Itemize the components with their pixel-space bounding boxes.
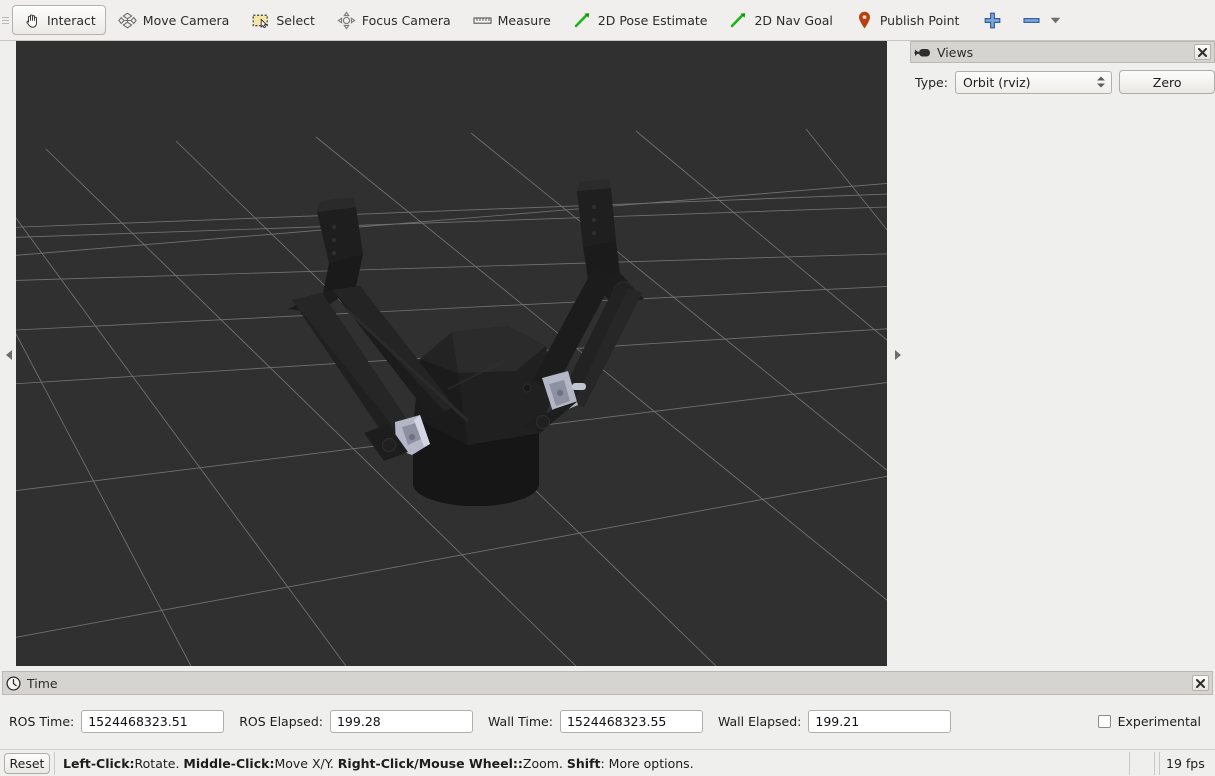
nav-goal-arrow-icon	[729, 11, 748, 30]
tool-interact[interactable]: Interact	[12, 5, 106, 35]
time-panel-close-button[interactable]	[1192, 675, 1209, 691]
pose-arrow-icon	[573, 11, 592, 30]
close-icon	[1196, 678, 1205, 688]
ros-time-label: ROS Time:	[9, 713, 75, 729]
ros-elapsed-input[interactable]: 199.28	[329, 709, 473, 733]
tool-move-camera[interactable]: Move Camera	[108, 5, 240, 35]
statusbar-spacer	[1129, 751, 1155, 775]
experimental-label: Experimental	[1117, 713, 1201, 729]
views-panel-title: Views	[937, 44, 974, 60]
map-pin-icon	[855, 11, 874, 30]
hint-key-shift: Shift	[566, 755, 601, 771]
experimental-checkbox[interactable]	[1097, 714, 1111, 728]
hint-desc-right-click: Zoom.	[522, 755, 563, 771]
wall-time-label: Wall Time:	[487, 713, 553, 729]
main-toolbar: Interact Move Camera Select Focus Camera…	[0, 0, 1215, 41]
views-panel: Views Type: Orbit (rviz) Zero Curre	[908, 41, 1215, 669]
ros-elapsed-label: ROS Elapsed:	[239, 713, 323, 729]
tool-2d-nav-goal-label: 2D Nav Goal	[754, 12, 833, 28]
view-type-label: Type:	[915, 74, 948, 90]
camera-icon	[914, 46, 931, 59]
minus-icon	[1022, 11, 1041, 30]
tool-select[interactable]: Select	[241, 5, 325, 35]
tool-2d-pose-estimate-label: 2D Pose Estimate	[597, 12, 708, 28]
add-tool-button[interactable]	[971, 5, 1014, 35]
collapse-right-handle[interactable]	[889, 41, 906, 669]
toolbar-grip[interactable]	[0, 0, 11, 41]
close-icon	[1198, 47, 1207, 57]
clock-icon	[6, 675, 21, 691]
time-fields-row: ROS Time: 1524468323.51 ROS Elapsed: 199…	[0, 705, 1215, 737]
zero-button[interactable]: Zero	[1119, 70, 1215, 94]
tool-focus-camera[interactable]: Focus Camera	[327, 5, 461, 35]
reset-button[interactable]: Reset	[4, 752, 50, 774]
wall-elapsed-input[interactable]: 199.21	[808, 709, 952, 733]
remove-tool-button[interactable]	[1016, 5, 1071, 35]
tool-interact-label: Interact	[47, 12, 96, 28]
tool-2d-pose-estimate[interactable]: 2D Pose Estimate	[563, 5, 718, 35]
hand-cursor-icon	[22, 11, 41, 30]
views-panel-close-button[interactable]	[1194, 44, 1211, 60]
move-camera-icon	[117, 11, 137, 30]
fps-indicator: 19 fps	[1159, 751, 1211, 775]
focus-camera-icon	[337, 10, 356, 30]
view-type-row: Type: Orbit (rviz) Zero	[910, 69, 1215, 95]
hint-desc-left-click: Rotate.	[134, 755, 180, 771]
tool-select-label: Select	[276, 12, 315, 28]
time-panel-titlebar: Time	[2, 671, 1213, 695]
view-type-combobox[interactable]: Orbit (rviz)	[954, 70, 1113, 94]
hint-key-left-click: Left-Click:	[63, 755, 135, 771]
time-panel-title: Time	[27, 675, 58, 691]
hint-key-middle-click: Middle-Click:	[183, 755, 275, 771]
view-type-value: Orbit (rviz)	[962, 74, 1031, 90]
chevron-left-icon	[5, 350, 12, 360]
spinner-arrows-icon	[1097, 76, 1106, 88]
wall-time-input[interactable]: 1524468323.55	[559, 709, 703, 733]
tool-publish-point-label: Publish Point	[879, 12, 960, 28]
tool-focus-camera-label: Focus Camera	[361, 12, 451, 28]
wall-elapsed-label: Wall Elapsed:	[717, 713, 802, 729]
views-panel-titlebar: Views	[910, 41, 1215, 63]
tool-publish-point[interactable]: Publish Point	[845, 5, 970, 35]
collapse-left-handle[interactable]	[0, 41, 17, 669]
select-rect-icon	[251, 11, 270, 30]
ros-time-input[interactable]: 1524468323.51	[81, 709, 225, 733]
tool-measure-label: Measure	[497, 12, 551, 28]
tool-measure[interactable]: Measure	[463, 5, 561, 35]
status-bar: Reset Left-Click: Rotate. Middle-Click: …	[0, 749, 1215, 776]
tool-move-camera-label: Move Camera	[142, 12, 230, 28]
plus-icon	[983, 11, 1002, 30]
render-area-wrapper	[0, 41, 906, 669]
3d-render-view[interactable]	[16, 41, 887, 666]
time-panel: Time ROS Time: 1524468323.51 ROS Elapsed…	[0, 671, 1215, 747]
hint-key-right-click: Right-Click/Mouse Wheel::	[337, 755, 523, 771]
experimental-toggle[interactable]: Experimental	[1097, 713, 1201, 729]
chevron-right-icon	[894, 350, 901, 360]
ruler-icon	[473, 11, 492, 30]
status-hint-text: Left-Click: Rotate. Middle-Click: Move X…	[54, 751, 1125, 775]
tool-2d-nav-goal[interactable]: 2D Nav Goal	[719, 5, 842, 35]
chevron-down-icon[interactable]	[1046, 11, 1065, 30]
hint-desc-shift: : More options.	[600, 755, 694, 771]
hint-desc-middle-click: Move X/Y.	[274, 755, 334, 771]
rviz-window: Interact Move Camera Select Focus Camera…	[0, 0, 1215, 776]
